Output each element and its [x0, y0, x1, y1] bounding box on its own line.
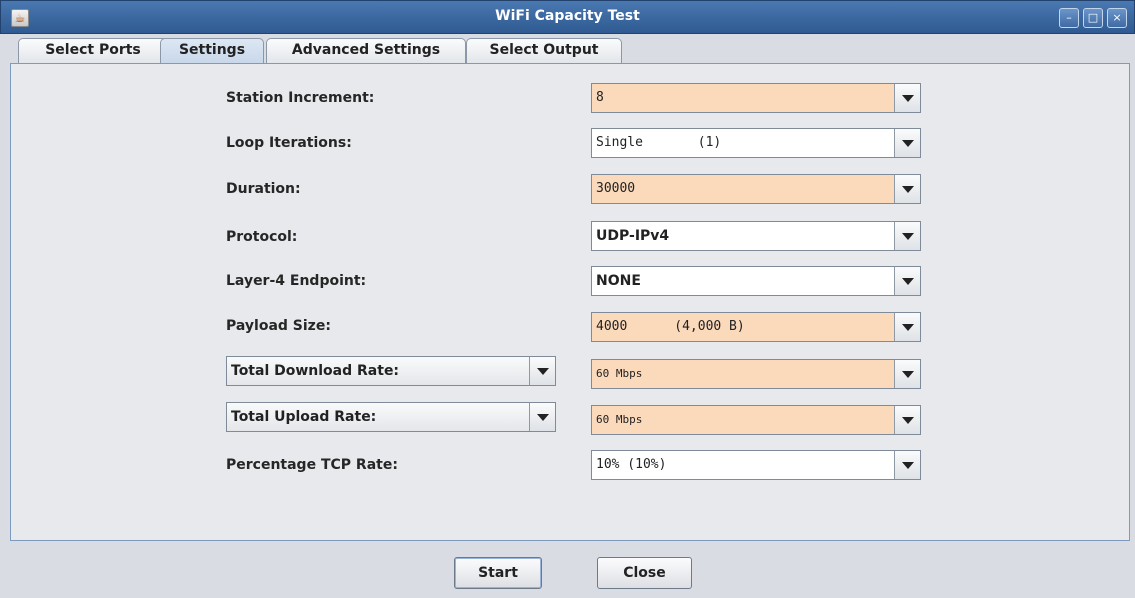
duration-select[interactable]: 30000	[591, 174, 921, 204]
station-increment-label: Station Increment:	[226, 90, 375, 106]
layer4-endpoint-label: Layer-4 Endpoint:	[226, 273, 367, 289]
loop-iterations-label: Loop Iterations:	[226, 135, 352, 151]
duration-label: Duration:	[226, 181, 301, 197]
chevron-down-icon[interactable]	[894, 313, 920, 341]
tcp-rate-label: Percentage TCP Rate:	[226, 457, 398, 473]
payload-size-select[interactable]: 4000 (4,000 B)	[591, 312, 921, 342]
chevron-down-icon[interactable]	[894, 129, 920, 157]
chevron-down-icon[interactable]	[894, 451, 920, 479]
layer4-endpoint-select[interactable]: NONE	[591, 266, 921, 296]
upload-rate-type-select[interactable]: Total Upload Rate:	[226, 402, 556, 432]
chevron-down-icon[interactable]	[894, 360, 920, 388]
chevron-down-icon[interactable]	[894, 267, 920, 295]
close-button[interactable]: Close	[597, 557, 692, 589]
chevron-down-icon[interactable]	[894, 406, 920, 434]
chevron-down-icon[interactable]	[894, 175, 920, 203]
loop-iterations-select[interactable]: Single (1)	[591, 128, 921, 158]
chevron-down-icon[interactable]	[894, 84, 920, 112]
chevron-down-icon[interactable]	[529, 357, 555, 385]
payload-size-label: Payload Size:	[226, 318, 331, 334]
minimize-button[interactable]: –	[1059, 8, 1079, 28]
tab-select-ports[interactable]: Select Ports	[18, 38, 168, 63]
chevron-down-icon[interactable]	[894, 222, 920, 250]
upload-rate-select[interactable]: 60 Mbps	[591, 405, 921, 435]
tab-select-output[interactable]: Select Output	[466, 38, 622, 63]
tab-settings[interactable]: Settings	[160, 38, 264, 64]
download-rate-type-select[interactable]: Total Download Rate:	[226, 356, 556, 386]
chevron-down-icon[interactable]	[529, 403, 555, 431]
protocol-label: Protocol:	[226, 229, 298, 245]
start-button[interactable]: Start	[454, 557, 542, 589]
maximize-button[interactable]: □	[1083, 8, 1103, 28]
settings-panel: Station Increment: 8 Loop Iterations: Si…	[10, 63, 1130, 541]
protocol-select[interactable]: UDP-IPv4	[591, 221, 921, 251]
close-window-button[interactable]: ×	[1107, 8, 1127, 28]
tab-advanced-settings[interactable]: Advanced Settings	[266, 38, 466, 63]
window-title: WiFi Capacity Test	[495, 8, 640, 24]
download-rate-select[interactable]: 60 Mbps	[591, 359, 921, 389]
station-increment-select[interactable]: 8	[591, 83, 921, 113]
tcp-rate-select[interactable]: 10% (10%)	[591, 450, 921, 480]
title-bar[interactable]: ☕ WiFi Capacity Test – □ ×	[0, 0, 1135, 34]
